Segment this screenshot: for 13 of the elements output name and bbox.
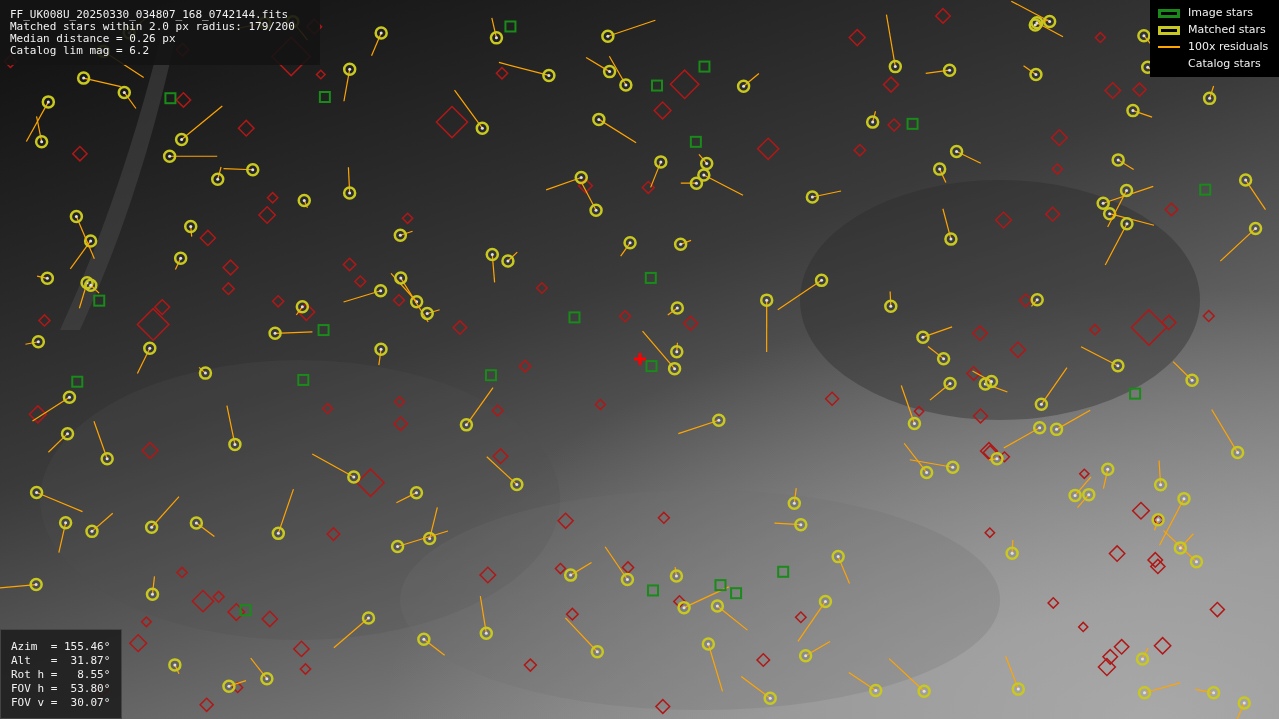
legend-label: Catalog stars bbox=[1188, 55, 1261, 72]
info-text: Median distance = 0.26 px bbox=[10, 33, 177, 45]
legend-label: Image stars bbox=[1188, 4, 1253, 21]
info-text: FF_UK008U_20250330_034807_168_0742144.fits bbox=[10, 9, 290, 21]
pointing-text: FOV v = 30.07° bbox=[11, 696, 111, 710]
legend-label: Matched stars bbox=[1188, 21, 1266, 38]
info-text: Catalog lim mag = 6.2 bbox=[10, 45, 151, 57]
info-text: Matched stars within 2.0 px radius: 179/200 bbox=[10, 21, 296, 33]
pointing-text: Alt = 31.87° bbox=[11, 654, 111, 668]
pointing-text: Rot h = 8.55° bbox=[11, 668, 111, 682]
legend-label: 100x residuals bbox=[1188, 38, 1269, 55]
pointing-text: FOV h = 53.80° bbox=[11, 682, 111, 696]
pointing-text: Azim = 155.46° bbox=[11, 640, 111, 654]
